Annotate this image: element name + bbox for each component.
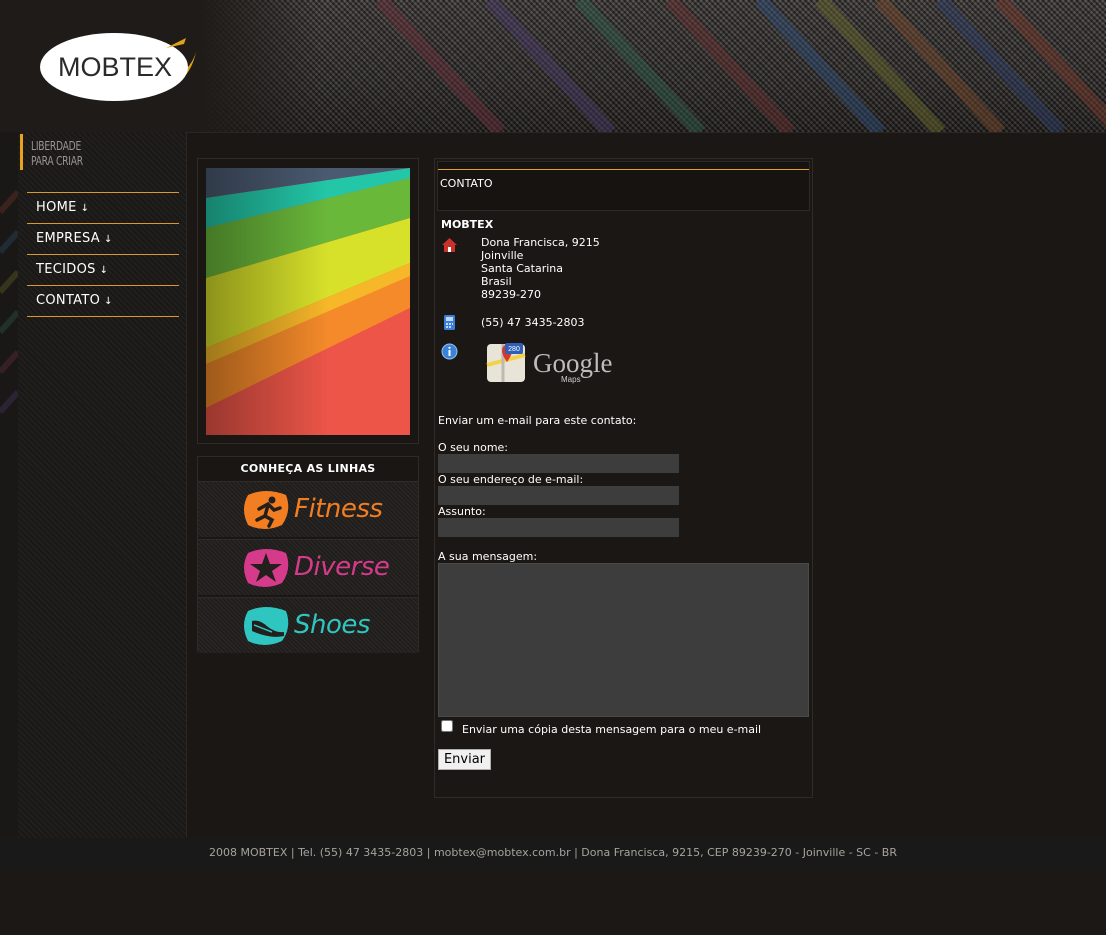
nav-item-tecidos[interactable]: TECIDOS ↓	[27, 255, 179, 286]
address-country: Brasil	[481, 275, 512, 288]
logo-text: MOBTEX	[58, 52, 172, 82]
arrow-down-icon: ↓	[104, 296, 113, 307]
name-label: O seu nome:	[438, 441, 509, 454]
footer: 2008 MOBTEX | Tel. (55) 47 3435-2803 | m…	[0, 838, 1106, 868]
google-maps-link[interactable]: 280 Google Maps	[485, 341, 635, 387]
name-input[interactable]	[438, 454, 679, 473]
form-intro: Enviar um e-mail para este contato:	[438, 414, 637, 427]
mobtex-logo[interactable]: MOBTEX	[38, 30, 198, 104]
main-nav: HOME ↓ EMPRESA ↓ TECIDOS ↓ CONTATO ↓	[27, 192, 179, 317]
address-block: Dona Francisca, 9215 Joinville Santa Cat…	[481, 236, 600, 301]
slogan: LIBERDADE PARA CRIAR	[20, 134, 170, 170]
maps-wordmark: Maps	[561, 375, 581, 384]
line-fitness-label: Fitness	[294, 494, 383, 524]
subject-input[interactable]	[438, 518, 679, 537]
line-diverse-button[interactable]: Diverse	[198, 539, 418, 595]
route-badge: 280	[508, 346, 520, 353]
send-button[interactable]: Enviar	[438, 749, 491, 770]
subject-label: Assunto:	[438, 505, 486, 518]
contact-header: CONTATO	[437, 161, 810, 211]
phone-number: (55) 47 3435-2803	[481, 316, 585, 329]
address-zip: 89239-270	[481, 288, 541, 301]
header-banner: MOBTEX	[0, 0, 1106, 132]
arrow-down-icon: ↓	[80, 203, 90, 214]
line-fitness-button[interactable]: Fitness	[198, 481, 418, 537]
colored-fabric-photo	[206, 168, 410, 435]
shoe-icon	[244, 607, 289, 645]
arrow-down-icon: ↓	[99, 265, 109, 276]
copy-label: Enviar uma cópia desta mensagem para o m…	[462, 723, 762, 736]
product-lines-title: CONHEÇA AS LINHAS	[240, 462, 376, 475]
line-shoes-button[interactable]: Shoes	[198, 597, 418, 653]
address-city: Joinville	[481, 249, 524, 262]
phone-icon	[444, 315, 455, 330]
slogan-line-2: PARA CRIAR	[31, 154, 83, 168]
nav-item-contato[interactable]: CONTATO ↓	[27, 286, 179, 317]
google-wordmark: Google	[533, 348, 613, 378]
star-icon	[244, 549, 289, 587]
copy-checkbox[interactable]	[441, 720, 453, 732]
company-name: MOBTEX	[441, 218, 494, 231]
contact-title: CONTATO	[440, 177, 493, 190]
runner-icon	[244, 491, 289, 529]
email-label: O seu endereço de e-mail:	[438, 473, 584, 486]
address-street: Dona Francisca, 9215	[481, 236, 600, 249]
fabric-image-box	[197, 158, 419, 444]
contact-panel: CONTATO MOBTEX Dona Francisca, 9215 Join…	[434, 158, 813, 798]
product-lines-box: CONHEÇA AS LINHAS Fitness Diverse Shoes	[197, 456, 419, 653]
message-label: A sua mensagem:	[438, 550, 538, 563]
side-stripes	[0, 132, 18, 838]
line-diverse-label: Diverse	[294, 552, 390, 582]
address-state: Santa Catarina	[481, 262, 564, 275]
nav-item-home[interactable]: HOME ↓	[27, 193, 179, 224]
slogan-line-1: LIBERDADE	[31, 139, 82, 153]
message-textarea[interactable]	[438, 563, 809, 717]
left-sidebar: LIBERDADE PARA CRIAR HOME ↓ EMPRESA ↓ TECI…	[18, 132, 187, 838]
home-icon	[442, 238, 457, 252]
nav-item-empresa[interactable]: EMPRESA ↓	[27, 224, 179, 255]
header-stripes	[374, 0, 1106, 132]
info-icon	[441, 343, 458, 360]
content-area: CONHEÇA AS LINHAS Fitness Diverse Shoes	[187, 132, 1106, 839]
footer-text: 2008 MOBTEX | Tel. (55) 47 3435-2803 | m…	[208, 846, 897, 859]
email-input[interactable]	[438, 486, 679, 505]
line-shoes-label: Shoes	[294, 610, 370, 640]
arrow-down-icon: ↓	[104, 234, 113, 245]
